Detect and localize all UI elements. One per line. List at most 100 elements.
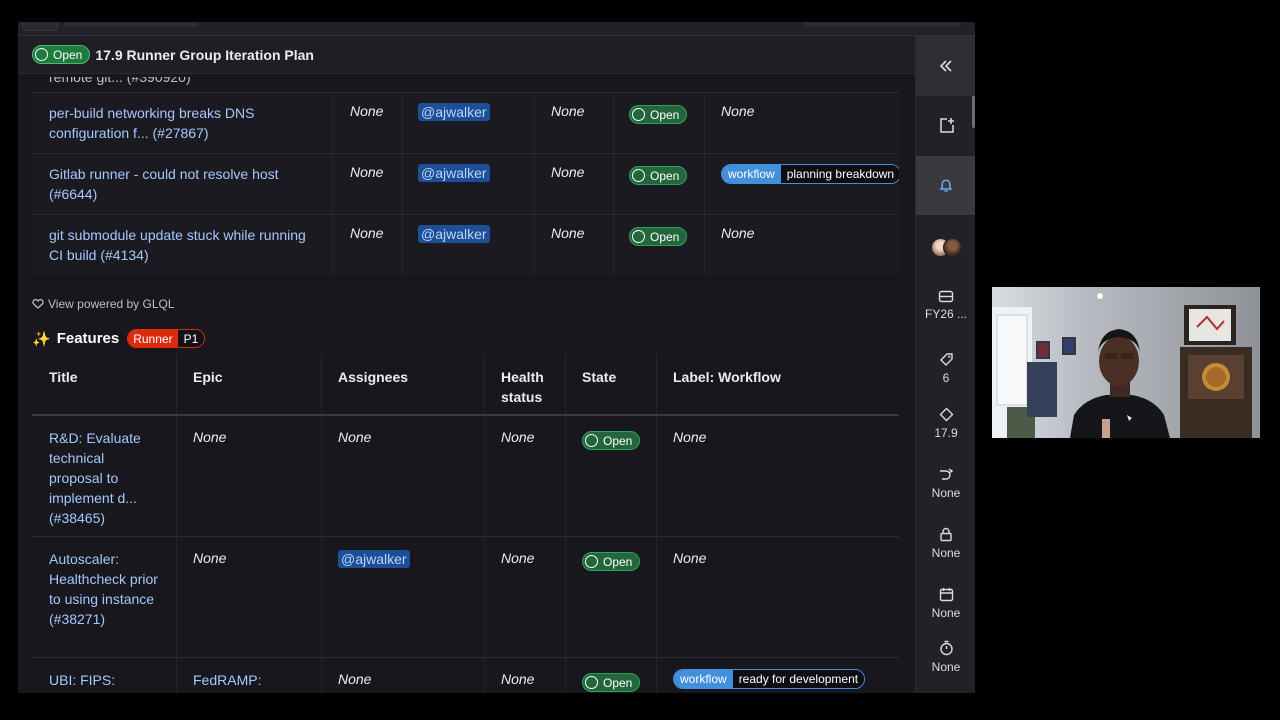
issue-title-link[interactable]: R&D: Evaluate technical proposal to impl… [49, 428, 159, 528]
sparkles-icon: ✨ [32, 330, 51, 348]
add-todo-button[interactable] [916, 117, 975, 134]
features-heading: ✨ Features Runner P1 [32, 329, 206, 348]
weight-field[interactable]: 6 [916, 352, 975, 385]
open-status-icon [585, 555, 598, 568]
workflow-label[interactable]: workflow planning breakdown [721, 164, 899, 184]
table-row: UBI: FIPS: FedRAMP: None None Open workf… [32, 658, 899, 693]
table-row: Autoscaler: Healthcheck prior to using i… [32, 537, 899, 658]
assignee-mention[interactable]: @ajwalker [418, 164, 490, 182]
epic-value: None [193, 429, 227, 445]
label-value: None [721, 225, 755, 241]
column-header-assignees[interactable]: Assignees [338, 367, 408, 387]
merge-icon [939, 468, 953, 480]
confidentiality-field[interactable]: None [916, 527, 975, 560]
health-value: None [551, 164, 585, 180]
right-sidebar: FY26 ... 6 17.9 None None None None [915, 36, 975, 693]
health-value: None [501, 550, 535, 566]
notifications-toggle[interactable] [916, 156, 975, 215]
milestone-value: 17.9 [934, 426, 958, 440]
top-tab[interactable] [803, 22, 961, 27]
view-link[interactable]: View [48, 297, 74, 311]
avatar[interactable] [942, 238, 962, 257]
epic-value: None [350, 103, 384, 119]
iteration-field[interactable]: FY26 ... [916, 290, 975, 321]
time-tracking-value: None [931, 660, 961, 674]
todo-add-icon [939, 118, 954, 133]
time-tracking-field[interactable]: None [916, 640, 975, 674]
clipped-issue-title[interactable]: remote git... (#390920) [49, 77, 191, 85]
top-tab-strip [18, 22, 975, 36]
participants-avatars[interactable] [916, 234, 975, 257]
top-tab[interactable] [64, 22, 198, 27]
status-badge: Open [582, 673, 641, 692]
health-value: None [501, 429, 535, 445]
weight-icon [939, 353, 953, 366]
weight-value: 6 [942, 371, 950, 385]
open-status-icon [632, 230, 645, 243]
milestone-field[interactable]: 17.9 [916, 407, 975, 440]
epic-value: None [350, 164, 384, 180]
milestone-icon [939, 407, 953, 422]
status-badge: Open [629, 105, 688, 124]
workflow-label[interactable]: workflow ready for development [673, 669, 866, 689]
health-value: None [551, 225, 585, 241]
assignees-value: None [338, 429, 372, 445]
column-header-health[interactable]: Health status [501, 367, 561, 407]
column-header-title[interactable]: Title [49, 367, 78, 387]
table-row: Gitlab runner - could not resolve host (… [32, 153, 899, 214]
epic-link[interactable]: FedRAMP: [193, 670, 261, 690]
status-badge: Open [582, 431, 641, 450]
powered-by-text: powered by GLQL [77, 297, 175, 311]
open-status-icon [632, 108, 645, 121]
status-badge: Open [629, 227, 688, 246]
open-status-icon [35, 48, 48, 61]
health-value: None [551, 103, 585, 119]
column-header-epic[interactable]: Epic [193, 367, 223, 387]
label-value: None [721, 103, 755, 119]
presenter-video-image [992, 287, 1260, 438]
issue-title-link[interactable]: git submodule update stuck while running… [49, 225, 319, 265]
chevron-double-left-icon [939, 60, 952, 72]
due-date-field[interactable]: None [916, 587, 975, 620]
assignee-mention[interactable]: @ajwalker [418, 103, 490, 121]
app-window: Open 17.9 Runner Group Iteration Plan re… [18, 22, 975, 693]
issue-content: Open 17.9 Runner Group Iteration Plan re… [18, 36, 915, 693]
issue-title-link[interactable]: UBI: FIPS: [49, 670, 159, 690]
status-badge: Open [629, 166, 688, 185]
section-title: Features [56, 330, 120, 347]
iteration-value: FY26 ... [924, 307, 968, 321]
due-date-value: None [931, 606, 961, 620]
issues-table: per-build networking breaks DNS configur… [32, 92, 899, 275]
webcam-video-feed [992, 287, 1260, 438]
issue-title-link[interactable]: Autoscaler: Healthcheck prior to using i… [49, 549, 159, 629]
timer-icon [939, 640, 953, 656]
sticky-issue-header: Open 17.9 Runner Group Iteration Plan [18, 36, 915, 74]
notification-bell-icon [939, 179, 953, 192]
status-badge: Open [32, 45, 91, 64]
open-status-icon [585, 434, 598, 447]
assignee-mention[interactable]: @ajwalker [338, 550, 410, 568]
assignee-mention[interactable]: @ajwalker [418, 225, 490, 243]
glql-footer: View powered by GLQL [32, 297, 175, 311]
issue-title-link[interactable]: Gitlab runner - could not resolve host (… [49, 164, 319, 204]
iteration-icon [938, 290, 954, 303]
open-status-icon [585, 676, 598, 689]
parent-field[interactable]: None [916, 467, 975, 500]
column-header-state[interactable]: State [582, 367, 616, 387]
collapse-sidebar-button[interactable] [916, 36, 975, 96]
epic-value: None [193, 550, 227, 566]
epic-value: None [350, 225, 384, 241]
clipped-table-row: remote git... (#390920) [32, 77, 899, 93]
column-header-label-workflow[interactable]: Label: Workflow [673, 367, 781, 387]
label-value: None [673, 550, 707, 566]
calendar-icon [939, 588, 953, 602]
page-title: 17.9 Runner Group Iteration Plan [95, 46, 314, 63]
heart-icon [32, 299, 44, 309]
lock-icon [940, 527, 952, 542]
table-row: R&D: Evaluate technical proposal to impl… [32, 416, 899, 537]
runner-priority-label[interactable]: Runner P1 [127, 329, 206, 348]
table-row: per-build networking breaks DNS configur… [32, 92, 899, 153]
health-value: None [501, 671, 535, 687]
issue-title-link[interactable]: per-build networking breaks DNS configur… [49, 103, 319, 143]
top-tab[interactable] [22, 22, 58, 31]
